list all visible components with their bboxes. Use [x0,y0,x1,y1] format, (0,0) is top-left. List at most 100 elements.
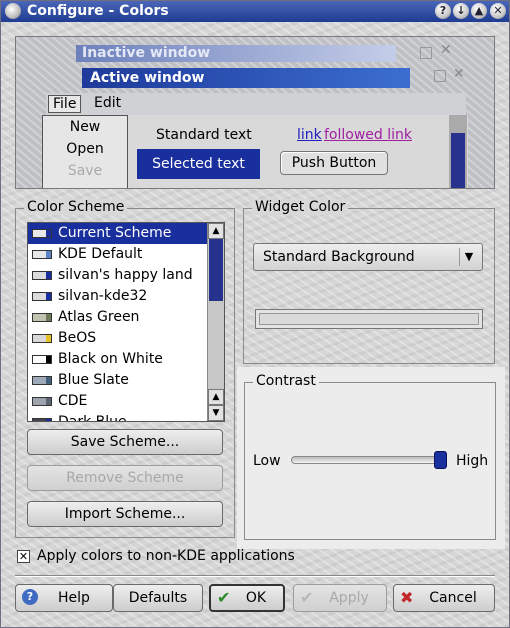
scheme-list-item[interactable]: Dark Blue [28,412,224,422]
defaults-label: Defaults [128,590,188,606]
import-scheme-button[interactable]: Import Scheme... [27,501,223,527]
color-scheme-title: Color Scheme [24,199,128,215]
contrast-high-label: High [456,453,489,469]
help-icon[interactable]: ? [435,3,451,19]
color-button[interactable] [255,309,483,329]
remove-scheme-label: Remove Scheme [66,470,184,486]
window-menu-icon[interactable] [5,3,21,19]
help-button[interactable]: ? Help [15,584,113,612]
preview-standard-text: Standard text [156,127,252,143]
cancel-label: Cancel [429,590,477,606]
scheme-swatch-icon [32,271,52,280]
import-scheme-label: Import Scheme... [64,506,186,522]
widget-color-select[interactable]: Standard Background ▼ [253,243,483,271]
maximize-icon[interactable]: ▲ [471,3,487,19]
preview-push-button: Push Button [280,151,388,175]
scroll-thumb[interactable] [209,239,223,301]
apply-non-kde-label: Apply colors to non-KDE applications [37,548,295,564]
contrast-slider-handle[interactable] [434,451,447,469]
scheme-list-item[interactable]: Black on White [28,349,224,370]
scheme-list-scrollbar[interactable]: ▲ ▲ ▼ [207,223,224,421]
scheme-label: Atlas Green [58,309,140,325]
apply-label: Apply [329,590,369,606]
defaults-button[interactable]: Defaults [113,584,203,612]
scheme-list-item[interactable]: silvan's happy land [28,265,224,286]
preview-menu-new: New [69,119,101,135]
preview-inactive-title: Inactive window [82,45,211,61]
cancel-x-icon: ✖ [400,588,414,607]
divider [15,575,495,577]
contrast-low-label: Low [253,453,281,469]
widget-color-selected: Standard Background [263,249,415,265]
configure-colors-window: Configure - Colors ? ↓ ▲ ✕ Inactive wind… [0,0,510,628]
scheme-list-item[interactable]: Atlas Green [28,307,224,328]
preview-menu-open: Open [66,141,104,157]
preview-inactive-maximize-icon [420,47,432,59]
preview-inactive-close-icon: ✕ [440,42,452,58]
preview-active-maximize-icon [434,70,446,82]
apply-button[interactable]: ✔ Apply [293,584,387,612]
apply-check-icon: ✔ [300,588,314,607]
scheme-label: silvan's happy land [58,267,193,283]
scheme-swatch-icon [32,292,52,301]
scroll-up-icon-bottom[interactable]: ▲ [208,389,224,405]
scheme-swatch-icon [32,334,52,343]
scroll-down-icon[interactable]: ▼ [208,405,224,421]
cancel-button[interactable]: ✖ Cancel [393,584,495,612]
scheme-label: KDE Default [58,246,143,262]
scheme-list-item[interactable]: KDE Default [28,244,224,265]
scheme-label: Current Scheme [58,225,172,241]
scheme-label: CDE [58,393,88,409]
scheme-swatch-icon [32,250,52,259]
scheme-list-item[interactable]: Current Scheme [28,223,224,244]
chevron-down-icon[interactable]: ▼ [459,248,478,266]
scheme-swatch-icon [32,313,52,322]
scheme-label: Black on White [58,351,163,367]
preview-active-titlebar: Active window [82,68,410,88]
apply-non-kde-checkbox[interactable]: ✕ [17,550,30,563]
preview-selected-text: Selected text [137,149,260,179]
preview-inactive-titlebar: Inactive window [76,45,396,62]
scheme-swatch-icon [32,397,52,406]
color-preview[interactable]: Inactive window ✕ Active window ✕ File E… [15,36,495,189]
preview-followed-link: followed link [324,127,412,143]
scheme-swatch-icon [32,229,52,238]
save-scheme-label: Save Scheme... [70,434,180,450]
preview-active-close-icon: ✕ [453,66,465,82]
save-scheme-button[interactable]: Save Scheme... [27,429,223,455]
scheme-swatch-icon [32,355,52,364]
preview-active-title: Active window [90,70,205,86]
scheme-label: BeOS [58,330,97,346]
preview-menu-edit: Edit [94,95,122,111]
checkmark-icon: ✔ [217,588,231,607]
scheme-list-item[interactable]: BeOS [28,328,224,349]
preview-file-menu: New Open Save [42,115,128,188]
help-circle-icon: ? [22,589,38,605]
title-bar[interactable]: Configure - Colors ? ↓ ▲ ✕ [1,1,509,22]
ok-label: OK [245,590,267,606]
widget-color-group: Widget Color [243,199,495,364]
preview-scrollbar [449,115,467,188]
preview-menu-file: File [48,95,82,113]
widget-color-title: Widget Color [252,199,349,215]
minimize-icon[interactable]: ↓ [453,3,469,19]
scheme-label: Dark Blue [58,414,127,422]
contrast-slider[interactable] [291,456,445,464]
remove-scheme-button[interactable]: Remove Scheme [27,465,223,491]
scheme-list[interactable]: Current Scheme KDE Default silvan's happy … [27,222,225,422]
scheme-swatch-icon [32,376,52,385]
scheme-list-item[interactable]: silvan-kde32 [28,286,224,307]
scheme-label: Blue Slate [58,372,129,388]
scheme-swatch-icon [32,418,52,421]
contrast-title: Contrast [253,373,319,389]
ok-button[interactable]: ✔ OK [209,584,285,612]
scheme-label: silvan-kde32 [58,288,148,304]
scheme-list-item[interactable]: Blue Slate [28,370,224,391]
scheme-list-item[interactable]: CDE [28,391,224,412]
window-title: Configure - Colors [27,3,169,19]
close-icon[interactable]: ✕ [490,3,506,19]
scroll-up-icon[interactable]: ▲ [208,223,224,239]
preview-menu-save: Save [67,163,103,179]
help-label: Help [58,590,90,606]
preview-menubar: File Edit [46,93,466,115]
